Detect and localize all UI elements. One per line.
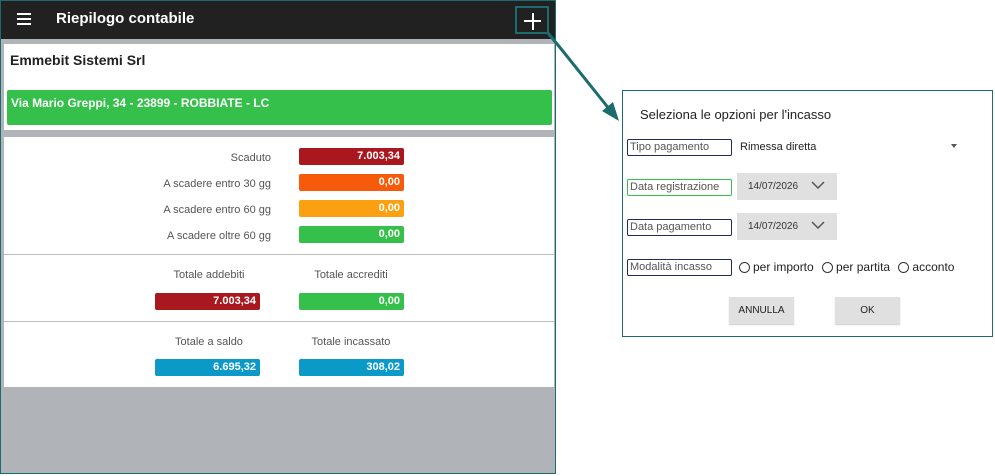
radio-circle-icon xyxy=(898,261,910,273)
radio-circle-icon xyxy=(739,261,750,273)
payment-options-dialog: Seleziona le opzioni per l'incasso Tipo … xyxy=(622,90,993,337)
data-registrazione-label: Data registrazione xyxy=(627,179,732,196)
modalita-incasso-label: Modalità incasso xyxy=(627,259,732,276)
chevron-down-icon xyxy=(811,221,825,230)
radio-acconto[interactable]: acconto xyxy=(898,260,954,274)
radio-per-importo[interactable]: per importo xyxy=(739,260,814,274)
data-registrazione-picker[interactable]: 14/07/2026 xyxy=(737,173,837,200)
chevron-down-icon xyxy=(811,181,825,190)
tipo-pagamento-label: Tipo pagamento xyxy=(627,139,732,156)
tipo-pagamento-select[interactable]: Rimessa diretta xyxy=(740,141,816,153)
dropdown-caret-icon[interactable] xyxy=(951,144,957,148)
radio-circle-icon xyxy=(822,261,834,273)
dialog-title: Seleziona le opzioni per l'incasso xyxy=(640,107,832,122)
data-pagamento-picker[interactable]: 14/07/2026 xyxy=(737,213,837,240)
data-pagamento-label: Data pagamento xyxy=(627,219,732,236)
data-pagamento-value: 14/07/2026 xyxy=(748,221,799,232)
data-registrazione-value: 14/07/2026 xyxy=(748,181,799,192)
radio-per-partita[interactable]: per partita xyxy=(822,260,890,274)
ok-button[interactable]: OK xyxy=(835,297,900,324)
modalita-radio-group: per importo per partita acconto xyxy=(739,260,959,276)
annulla-button[interactable]: ANNULLA xyxy=(729,297,794,324)
